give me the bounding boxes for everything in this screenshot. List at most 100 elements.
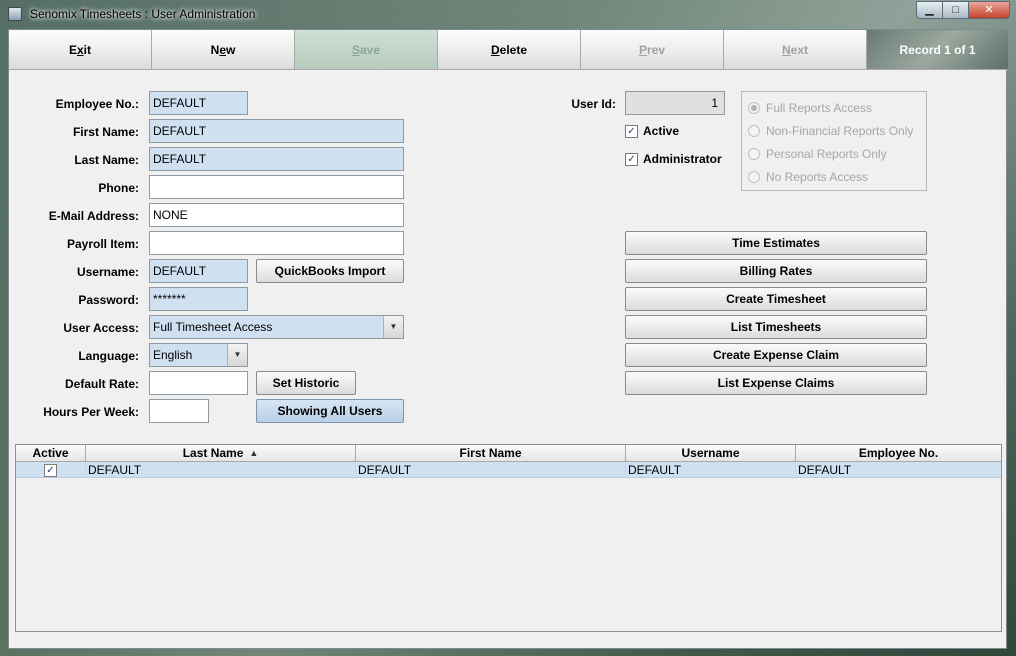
table-cell-employee-no: DEFAULT [798, 463, 852, 477]
user-access-select[interactable]: Full Timesheet Access ▼ [149, 315, 404, 339]
next-button[interactable]: Next [724, 30, 867, 70]
first-name-label: First Name: [72, 125, 139, 139]
prev-button[interactable]: Prev [581, 30, 724, 70]
save-button[interactable]: Save [295, 30, 438, 70]
radio-non-financial-label: Non-Financial Reports Only [766, 124, 914, 138]
phone-label: Phone: [98, 181, 139, 195]
next-label-b: ext [790, 42, 808, 57]
hours-per-week-label: Hours Per Week: [43, 405, 139, 419]
exit-button[interactable]: Ex it [9, 30, 152, 70]
showing-all-users-toggle[interactable]: Showing All Users [256, 399, 404, 423]
delete-button[interactable]: Delete [438, 30, 581, 70]
administrator-checkbox[interactable]: ✓ [625, 152, 638, 166]
window-controls: ▁ □ ✕ [916, 1, 1010, 19]
app-icon [8, 7, 22, 21]
exit-label-a: E [68, 42, 77, 57]
radio-icon[interactable] [748, 125, 760, 137]
employee-no-field[interactable]: DEFAULT [149, 91, 248, 115]
active-checkbox-row[interactable]: ✓ Active [625, 124, 679, 138]
active-checkbox[interactable]: ✓ [625, 124, 638, 138]
chevron-down-icon[interactable]: ▼ [383, 316, 403, 338]
toolbar: Ex it New Save Delete Prev Next Record 1 … [9, 30, 1008, 70]
user-id-field: 1 [625, 91, 725, 115]
next-label-mnemonic: N [781, 42, 791, 57]
column-header-employee-no-label: Employee No. [858, 446, 939, 460]
last-name-field[interactable]: DEFAULT [149, 147, 404, 171]
password-field[interactable]: ******* [149, 287, 248, 311]
first-name-field[interactable]: DEFAULT [149, 119, 404, 143]
default-rate-label: Default Rate: [64, 377, 139, 391]
language-select[interactable]: English ▼ [149, 343, 248, 367]
user-access-value: Full Timesheet Access [153, 320, 273, 334]
user-id-label: User Id: [571, 97, 616, 111]
column-header-last-name-label: Last Name [182, 446, 244, 460]
column-header-last-name[interactable]: Last Name ▲ [86, 445, 356, 462]
new-label-b: w [226, 42, 236, 57]
maximize-button[interactable]: □ [942, 1, 968, 19]
radio-non-financial[interactable]: Non-Financial Reports Only [748, 124, 913, 138]
username-label: Username: [76, 265, 139, 279]
set-historic-button[interactable]: Set Historic [256, 371, 356, 395]
column-header-active-label: Active [32, 446, 69, 460]
username-field[interactable]: DEFAULT [149, 259, 248, 283]
language-value: English [153, 348, 193, 362]
create-expense-claim-button[interactable]: Create Expense Claim [625, 343, 927, 367]
payroll-item-label: Payroll Item: [66, 237, 139, 251]
radio-full-reports-label: Full Reports Access [766, 101, 873, 115]
reports-access-group: Full Reports Access Non-Financial Report… [741, 91, 927, 191]
table-cell-username: DEFAULT [626, 462, 796, 478]
employee-no-label: Employee No.: [55, 97, 139, 111]
create-timesheet-button[interactable]: Create Timesheet [625, 287, 927, 311]
close-button[interactable]: ✕ [968, 1, 1010, 19]
phone-field[interactable] [149, 175, 404, 199]
users-table[interactable]: Active Last Name ▲ First Name Username Em… [15, 444, 1002, 632]
column-header-employee-no[interactable]: Employee No. [796, 445, 1001, 462]
column-header-first-name[interactable]: First Name [356, 445, 626, 462]
billing-rates-button[interactable]: Billing Rates [625, 259, 927, 283]
password-label: Password: [78, 293, 139, 307]
list-timesheets-button[interactable]: List Timesheets [625, 315, 927, 339]
main-panel: Ex it New Save Delete Prev Next Record 1 … [8, 29, 1008, 649]
column-header-username[interactable]: Username [626, 445, 796, 462]
hours-per-week-field[interactable] [149, 399, 209, 423]
radio-full-reports[interactable]: Full Reports Access [748, 101, 872, 115]
default-rate-field[interactable] [149, 371, 248, 395]
prev-label-mnemonic: P [638, 42, 647, 57]
table-cell-first-name: DEFAULT [356, 462, 626, 478]
list-expense-claims-button[interactable]: List Expense Claims [625, 371, 927, 395]
prev-label-b: rev [646, 42, 666, 57]
title-bar[interactable]: Senomix Timesheets : User Administration… [0, 0, 1016, 28]
radio-selected-icon[interactable] [748, 102, 760, 114]
chevron-down-icon[interactable]: ▼ [227, 344, 247, 366]
column-header-active[interactable]: Active [16, 445, 86, 462]
radio-no-reports-label: No Reports Access [766, 170, 869, 184]
radio-personal-reports[interactable]: Personal Reports Only [748, 147, 887, 161]
payroll-item-field[interactable] [149, 231, 404, 255]
radio-icon[interactable] [748, 148, 760, 160]
minimize-button[interactable]: ▁ [916, 1, 942, 19]
email-field[interactable]: NONE [149, 203, 404, 227]
active-checkbox-label: Active [643, 124, 680, 138]
administrator-checkbox-label: Administrator [643, 152, 722, 166]
quickbooks-import-button[interactable]: QuickBooks Import [256, 259, 404, 283]
sort-ascending-icon: ▲ [249, 448, 259, 458]
column-header-first-name-label: First Name [459, 446, 522, 460]
table-cell-active[interactable]: ✓ [16, 462, 86, 478]
delete-label-b: elete [499, 42, 528, 57]
window-title: Senomix Timesheets : User Administration [30, 7, 256, 21]
time-estimates-button[interactable]: Time Estimates [625, 231, 927, 255]
last-name-label: Last Name: [74, 153, 139, 167]
exit-label-mnemonic: x [76, 42, 84, 57]
user-access-label: User Access: [63, 321, 139, 335]
column-header-username-label: Username [681, 446, 740, 460]
radio-personal-reports-label: Personal Reports Only [766, 147, 887, 161]
record-indicator: Record 1 of 1 [867, 30, 1008, 70]
row-active-checkbox[interactable]: ✓ [44, 463, 57, 477]
radio-no-reports[interactable]: No Reports Access [748, 170, 868, 184]
administrator-checkbox-row[interactable]: ✓ Administrator [625, 152, 722, 166]
save-label-mnemonic: S [351, 42, 360, 57]
new-label-mnemonic: e [219, 42, 226, 57]
radio-icon[interactable] [748, 171, 760, 183]
table-row[interactable]: ✓ DEFAULT DEFAULT DEFAULT DEFAULT [16, 462, 1001, 478]
new-button[interactable]: New [152, 30, 295, 70]
